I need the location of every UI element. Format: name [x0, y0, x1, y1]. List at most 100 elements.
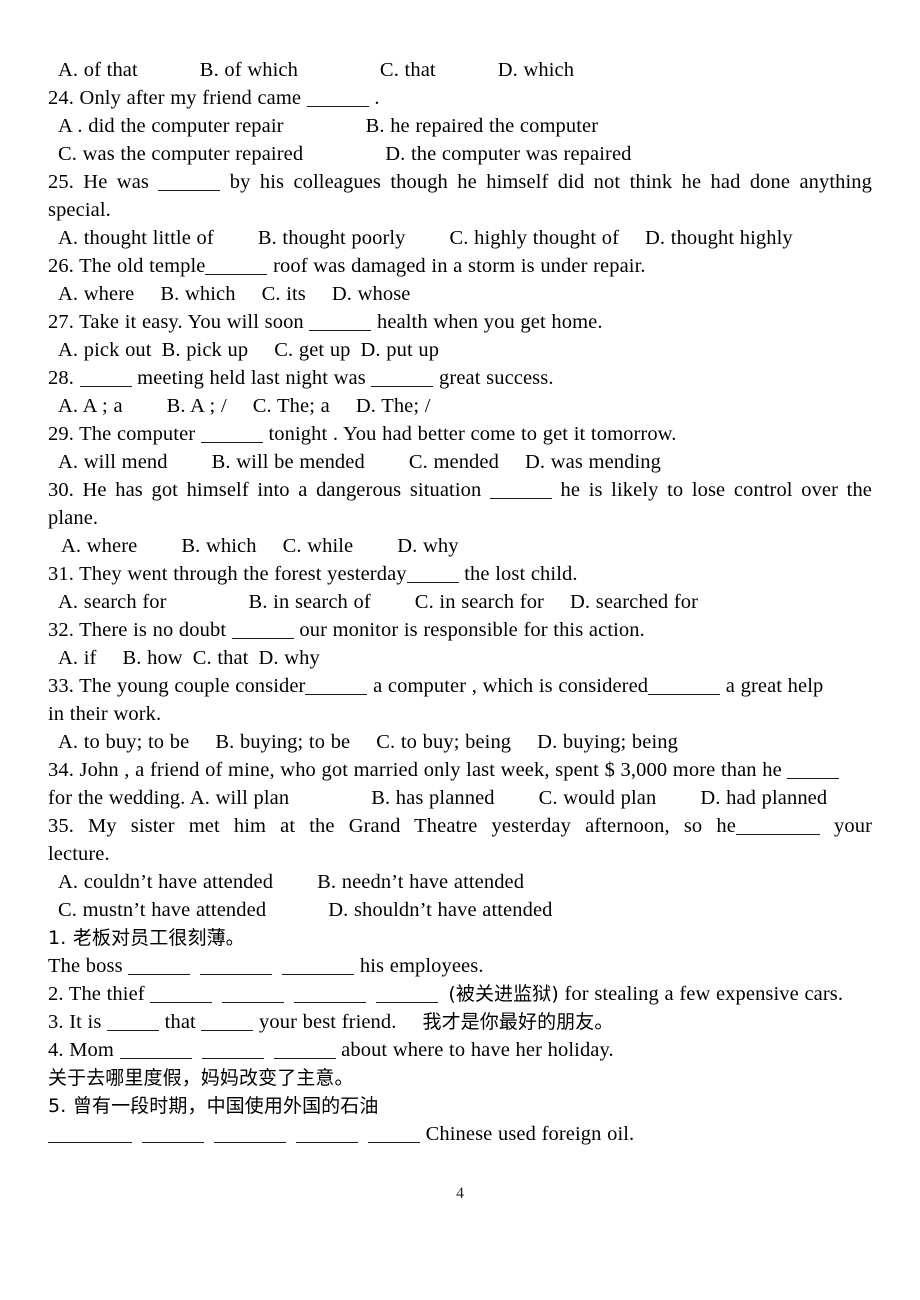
q31-option-a[interactable]: A. search for: [58, 591, 167, 613]
q28-blank-1[interactable]: [79, 371, 132, 387]
t5-blank-4[interactable]: [296, 1127, 358, 1143]
t1-blank-3[interactable]: [282, 959, 355, 975]
q32-option-c[interactable]: C. that: [193, 647, 249, 669]
question-35-stem-line-1: 35. My sister met him at the Grand Theat…: [48, 812, 872, 840]
t5-blank-1[interactable]: [48, 1127, 132, 1143]
q27-option-c[interactable]: C. get up: [274, 339, 350, 361]
q28-stem-before: 28.: [48, 367, 80, 389]
q26-blank[interactable]: [205, 259, 268, 275]
q24-option-a[interactable]: A . did the computer repair: [58, 115, 284, 137]
q25-blank[interactable]: [158, 175, 221, 191]
q35-option-d[interactable]: D. shouldn’t have attended: [328, 899, 552, 921]
q28-option-c[interactable]: C. The; a: [253, 395, 330, 417]
q32-option-b[interactable]: B. how: [122, 647, 182, 669]
q31-option-d[interactable]: D. searched for: [570, 591, 698, 613]
q35-option-b[interactable]: B. needn’t have attended: [317, 871, 524, 893]
q35-option-a[interactable]: A. couldn’t have attended: [58, 871, 273, 893]
t2-blank-2[interactable]: [222, 987, 285, 1003]
t4-blank-3[interactable]: [273, 1043, 336, 1059]
q31-option-c[interactable]: C. in search for: [415, 591, 544, 613]
q31-blank[interactable]: [406, 567, 459, 583]
q32-option-a[interactable]: A. if: [58, 647, 96, 669]
q29-stem-before: 29. The computer: [48, 423, 201, 445]
question-31-stem: 31. They went through the forest yesterd…: [48, 560, 872, 588]
q30-option-d[interactable]: D. why: [397, 535, 458, 557]
q34-line2-before: for the wedding. A. will plan: [48, 787, 290, 809]
q35-blank[interactable]: [735, 819, 820, 835]
q34-option-d[interactable]: D. had planned: [700, 787, 827, 809]
t2-blank-4[interactable]: [376, 987, 439, 1003]
q23-option-c[interactable]: C. that: [380, 59, 436, 81]
t3-blank-2[interactable]: [201, 1015, 254, 1031]
t4-after: about where to have her holiday.: [335, 1039, 614, 1061]
q29-option-d[interactable]: D. was mending: [525, 451, 661, 473]
t5-blank-3[interactable]: [214, 1127, 286, 1143]
t2-blank-1[interactable]: [150, 987, 213, 1003]
q29-blank[interactable]: [200, 427, 263, 443]
question-28-options-row: A. A ; a B. A ; / C. The; a D. The; /: [48, 392, 872, 420]
q24-option-b[interactable]: B. he repaired the computer: [366, 115, 599, 137]
question-28-stem: 28. meeting held last night was great su…: [48, 364, 872, 392]
q25-option-c[interactable]: C. highly thought of: [450, 227, 619, 249]
q33-blank-1[interactable]: [305, 679, 368, 695]
q26-option-c[interactable]: C. its: [262, 283, 306, 305]
q34-option-c[interactable]: C. would plan: [539, 787, 657, 809]
q24-option-d[interactable]: D. the computer was repaired: [385, 143, 631, 165]
q28-option-b[interactable]: B. A ; /: [167, 395, 227, 417]
q33-option-b[interactable]: B. buying; to be: [215, 731, 350, 753]
page-number: 4: [456, 1185, 464, 1202]
t4-blank-2[interactable]: [201, 1043, 264, 1059]
t5-blank-2[interactable]: [142, 1127, 204, 1143]
q32-option-d[interactable]: D. why: [258, 647, 319, 669]
q28-blank-2[interactable]: [371, 371, 434, 387]
question-25-options-row: A. thought little of B. thought poorly C. …: [48, 224, 872, 252]
q25-option-d[interactable]: D. thought highly: [645, 227, 793, 249]
q26-option-d[interactable]: D. whose: [332, 283, 411, 305]
q34-stem-before: 34. John , a friend of mine, who got mar…: [48, 759, 788, 781]
q27-blank[interactable]: [309, 315, 372, 331]
t5-blank-5[interactable]: [368, 1127, 420, 1143]
t4-blank-1[interactable]: [119, 1043, 192, 1059]
q30-option-c[interactable]: C. while: [283, 535, 354, 557]
q34-blank[interactable]: [787, 763, 840, 779]
q23-option-d[interactable]: D. which: [498, 59, 574, 81]
q28-option-d[interactable]: D. The; /: [356, 395, 431, 417]
question-33-options-row: A. to buy; to be B. buying; to be C. to bu…: [48, 728, 872, 756]
t2-blank-3[interactable]: [294, 987, 367, 1003]
question-33-stem-line-2: in their work.: [48, 703, 162, 725]
worksheet-page: A. of that B. of which C. that D. which 24.…: [0, 0, 920, 1300]
q25-option-a[interactable]: A. thought little of: [58, 227, 214, 249]
t1-blank-1[interactable]: [128, 959, 191, 975]
q29-option-c[interactable]: C. mended: [409, 451, 499, 473]
q30-option-a[interactable]: A. where: [61, 535, 137, 557]
question-24-options-row-1: A . did the computer repair B. he repaire…: [48, 112, 872, 140]
q35-option-c[interactable]: C. mustn’t have attended: [58, 899, 266, 921]
q29-option-a[interactable]: A. will mend: [58, 451, 168, 473]
q27-option-d[interactable]: D. put up: [361, 339, 440, 361]
q26-option-b[interactable]: B. which: [160, 283, 235, 305]
q33-option-c[interactable]: C. to buy; being: [376, 731, 511, 753]
q23-option-a[interactable]: A. of that: [58, 59, 138, 81]
q29-option-b[interactable]: B. will be mended: [212, 451, 365, 473]
q30-blank[interactable]: [489, 483, 552, 499]
q25-option-b[interactable]: B. thought poorly: [258, 227, 406, 249]
q27-option-a[interactable]: A. pick out: [58, 339, 152, 361]
q28-option-a[interactable]: A. A ; a: [58, 395, 123, 417]
q33-blank-2[interactable]: [648, 679, 721, 695]
question-23-options-row: A. of that B. of which C. that D. which: [48, 56, 872, 84]
q34-option-b[interactable]: B. has planned: [371, 787, 494, 809]
t3-blank-1[interactable]: [107, 1015, 160, 1031]
t1-blank-2[interactable]: [200, 959, 273, 975]
q23-option-b[interactable]: B. of which: [200, 59, 298, 81]
q33-option-d[interactable]: D. buying; being: [537, 731, 678, 753]
q24-option-c[interactable]: C. was the computer repaired: [58, 143, 303, 165]
q31-option-b[interactable]: B. in search of: [249, 591, 371, 613]
q32-blank[interactable]: [231, 623, 294, 639]
translation-2: 2. The thief (被关进监狱) for stealing a few …: [48, 980, 872, 1008]
q33-option-a[interactable]: A. to buy; to be: [58, 731, 189, 753]
q24-blank[interactable]: [306, 91, 369, 107]
q33-stem-before: 33. The young couple consider: [48, 675, 306, 697]
q27-option-b[interactable]: B. pick up: [162, 339, 249, 361]
q26-option-a[interactable]: A. where: [58, 283, 134, 305]
q30-option-b[interactable]: B. which: [181, 535, 256, 557]
